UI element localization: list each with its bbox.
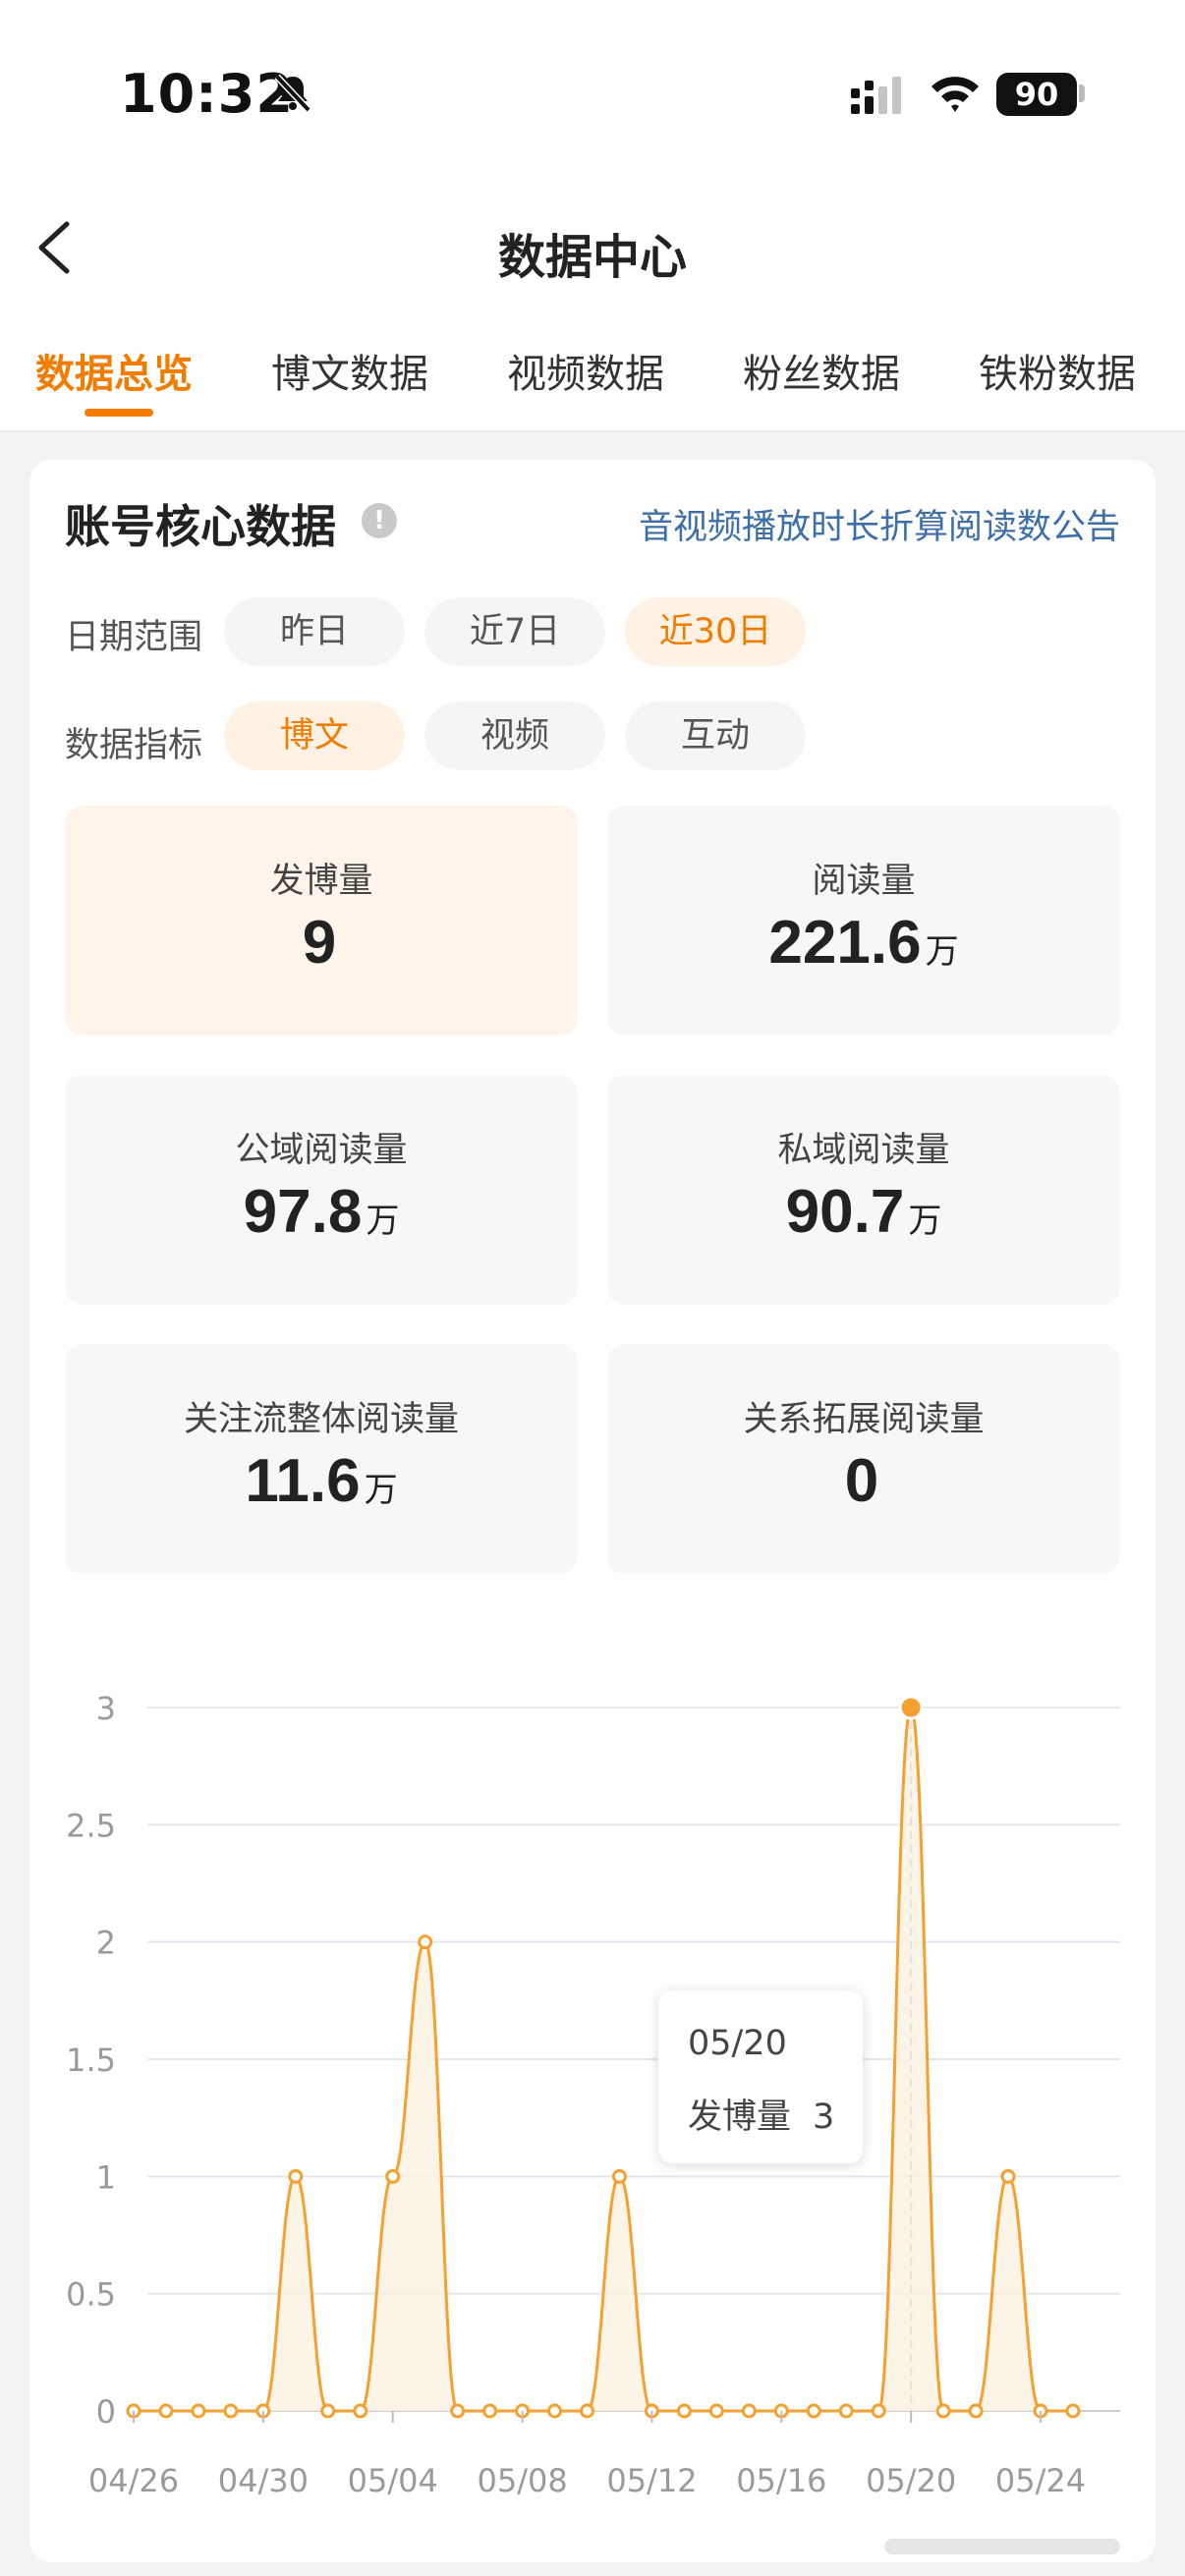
tab-fans-data[interactable]: 粉丝数据 — [743, 342, 900, 399]
data-point — [191, 2403, 206, 2419]
data-point — [676, 2403, 692, 2419]
stat-label: 关注流整体阅读量 — [183, 1400, 459, 1439]
stat-label: 关系拓展阅读量 — [743, 1400, 985, 1439]
stat-value: 90.7 万 — [785, 1178, 942, 1246]
x-tick-label: 04/26 — [88, 2462, 179, 2499]
x-tick-label: 05/08 — [477, 2462, 567, 2499]
stat-label: 发博量 — [269, 862, 373, 901]
data-point — [320, 2403, 336, 2419]
status-bar: 10:32 90 — [0, 0, 1185, 196]
data-point — [1065, 2403, 1081, 2419]
wifi-icon — [931, 77, 979, 112]
data-point — [741, 2403, 757, 2419]
tab-post-data[interactable]: 博文数据 — [271, 342, 428, 399]
silent-bell-icon — [274, 74, 311, 113]
data-point — [838, 2403, 854, 2419]
data-point — [871, 2403, 886, 2419]
tab-video-data[interactable]: 视频数据 — [507, 342, 664, 399]
stat-card-relation-reads[interactable]: 关系拓展阅读量 0 — [607, 1344, 1120, 1574]
data-point — [288, 2168, 304, 2184]
stat-label: 私域阅读量 — [777, 1131, 950, 1170]
divider — [0, 430, 1185, 432]
top-bar: 10:32 90 数据中心 数据总览 博文数据 视频数据 粉丝数据 铁粉数据 — [0, 0, 1185, 430]
data-point — [547, 2403, 563, 2419]
data-point — [935, 2403, 951, 2419]
data-point — [968, 2403, 984, 2419]
data-point-highlighted — [898, 1695, 924, 1720]
tooltip-date: 05/20 — [688, 2024, 787, 2063]
tab-bar: 数据总览 博文数据 视频数据 粉丝数据 铁粉数据 — [0, 334, 1185, 430]
stat-card-public-reads[interactable]: 公域阅读量 97.8 万 — [65, 1075, 578, 1305]
data-point — [353, 2403, 368, 2419]
y-tick-label: 0.5 — [66, 2276, 116, 2314]
stat-card-posts[interactable]: 发博量 9 — [65, 806, 578, 1036]
stat-value: 0 — [844, 1447, 879, 1515]
y-tick-label: 3 — [96, 1690, 116, 1727]
stat-value: 97.8 万 — [243, 1178, 400, 1246]
page-title: 数据中心 — [497, 230, 687, 285]
battery-indicator: 90 — [996, 73, 1077, 116]
metric-option-post[interactable]: 博文 — [224, 701, 405, 770]
stat-card-follow-feed-reads[interactable]: 关注流整体阅读量 11.6 万 — [65, 1344, 578, 1574]
data-point — [223, 2403, 239, 2419]
x-tick-label: 05/16 — [736, 2462, 826, 2499]
y-tick-label: 1 — [96, 2158, 116, 2196]
stat-label: 阅读量 — [812, 862, 916, 901]
notice-link[interactable]: 音视频播放时长折算阅读数公告 — [639, 499, 1120, 549]
stat-card-private-reads[interactable]: 私域阅读量 90.7 万 — [607, 1075, 1120, 1305]
y-tick-label: 0 — [96, 2393, 116, 2431]
stat-value: 9 — [302, 909, 337, 977]
date-range-label: 日期范围 — [65, 618, 203, 657]
x-tick-label: 05/20 — [866, 2462, 956, 2499]
data-point — [580, 2403, 595, 2419]
data-point — [158, 2403, 174, 2419]
data-point — [611, 2168, 627, 2184]
x-tick-label: 04/30 — [218, 2462, 309, 2499]
y-tick-label: 2 — [96, 1925, 116, 1962]
tab-overview[interactable]: 数据总览 — [35, 342, 193, 399]
stat-value: 11.6 万 — [245, 1447, 398, 1515]
status-time: 10:32 — [120, 63, 294, 125]
data-point — [450, 2403, 466, 2419]
metric-option-interaction[interactable]: 互动 — [625, 701, 806, 770]
data-point — [385, 2168, 401, 2184]
metric-option-video[interactable]: 视频 — [424, 701, 605, 770]
date-option-30d[interactable]: 近30日 — [625, 597, 806, 666]
date-option-yesterday[interactable]: 昨日 — [224, 597, 405, 666]
y-tick-label: 2.5 — [66, 1807, 116, 1844]
tab-iron-fans-data[interactable]: 铁粉数据 — [979, 342, 1136, 399]
core-data-card: 账号核心数据 ! 音视频播放时长折算阅读数公告 日期范围 昨日 近7日 近30日… — [29, 460, 1156, 2562]
date-option-7d[interactable]: 近7日 — [424, 597, 605, 666]
chart-tooltip: 05/20 发博量 3 — [658, 1990, 863, 2163]
stat-label: 公域阅读量 — [235, 1131, 408, 1170]
x-tick-label: 05/04 — [348, 2462, 438, 2499]
x-tick-label: 05/12 — [606, 2462, 697, 2499]
section-title: 账号核心数据 — [65, 500, 336, 553]
metric-label: 数据指标 — [65, 726, 203, 765]
info-icon[interactable]: ! — [362, 503, 397, 538]
data-point — [806, 2403, 821, 2419]
posts-line-chart[interactable]: 0 0.5 1 1.5 2 2.5 3 04/26 04/30 05/04 05/08 05/12 05… — [29, 1619, 1156, 2543]
stat-value: 221.6 万 — [768, 909, 959, 977]
corner-watermark — [884, 2539, 1120, 2554]
stat-card-reads[interactable]: 阅读量 221.6 万 — [607, 806, 1120, 1036]
data-point — [482, 2403, 498, 2419]
tab-active-indicator — [85, 409, 153, 417]
x-tick-label: 05/24 — [995, 2462, 1086, 2499]
data-point — [1000, 2168, 1016, 2184]
battery-nub — [1079, 84, 1085, 102]
data-point — [418, 1934, 433, 1950]
tooltip-value: 发博量 3 — [688, 2098, 835, 2137]
cellular-signal-icon — [851, 77, 901, 114]
y-tick-label: 1.5 — [66, 2042, 116, 2079]
data-point — [708, 2403, 724, 2419]
